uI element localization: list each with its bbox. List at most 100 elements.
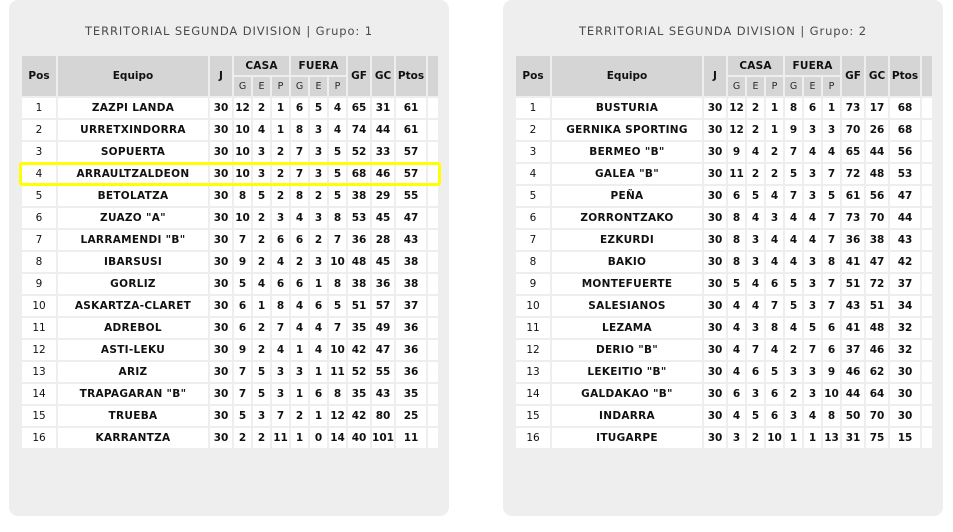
cell-spacer	[922, 120, 933, 140]
table-row-highlighted[interactable]: 4 ARRAULTZALDEON 30 10 3 2 7 3 5 68 46 57	[22, 164, 439, 184]
cell-team-name[interactable]: PEÑA	[552, 186, 702, 206]
table-row[interactable]: 10 ASKARTZA-CLARET 30 6 1 8 4 6 5 51 57 37	[22, 296, 439, 316]
cell-team-name[interactable]: ASKARTZA-CLARET	[58, 296, 208, 316]
cell-home-drawn: 3	[253, 406, 270, 426]
col-header-pos: Pos	[22, 56, 56, 96]
table-row[interactable]: 16 KARRANTZA 30 2 2 11 1 0 14 40 101 11	[22, 428, 439, 448]
cell-goals-for: 41	[842, 318, 865, 338]
cell-team-name[interactable]: INDARRA	[552, 406, 702, 426]
cell-home-lost: 6	[766, 406, 784, 426]
table-row[interactable]: 9 GORLIZ 30 5 4 6 6 1 8 38 36 38	[22, 274, 439, 294]
cell-team-name[interactable]: SALESIANOS	[552, 296, 702, 316]
table-row[interactable]: 11 ADREBOL 30 6 2 7 4 4 7 35 49 36	[22, 318, 439, 338]
table-row[interactable]: 11 LEZAMA 30 4 3 8 4 5 6 41 48 32	[516, 318, 933, 338]
cell-team-name[interactable]: URRETXINDORRA	[58, 120, 208, 140]
table-row[interactable]: 6 ZUAZO "A" 30 10 2 3 4 3 8 53 45 47	[22, 208, 439, 228]
col-header-home-group: CASA	[234, 56, 290, 75]
cell-goals-for: 52	[348, 362, 371, 382]
table-row[interactable]: 1 BUSTURIA 30 12 2 1 8 6 1 73 17 68	[516, 98, 933, 118]
table-row[interactable]: 5 BETOLATZA 30 8 5 2 8 2 5 38 29 55	[22, 186, 439, 206]
table-row[interactable]: 4 GALEA "B" 30 11 2 2 5 3 7 72 48 53	[516, 164, 933, 184]
cell-team-name[interactable]: BERMEO "B"	[552, 142, 702, 162]
cell-team-name[interactable]: ARRAULTZALDEON	[58, 164, 208, 184]
cell-spacer	[428, 428, 439, 448]
cell-team-name[interactable]: ZUAZO "A"	[58, 208, 208, 228]
table-row[interactable]: 6 ZORRONTZAKO 30 8 4 3 4 4 7 73 70 44	[516, 208, 933, 228]
cell-team-name[interactable]: ZAZPI LANDA	[58, 98, 208, 118]
table-row[interactable]: 14 GALDAKAO "B" 30 6 3 6 2 3 10 44 64 30	[516, 384, 933, 404]
cell-away-drawn: 2	[310, 186, 328, 206]
cell-spacer	[428, 186, 439, 206]
cell-goals-for: 52	[348, 142, 371, 162]
table-row[interactable]: 9 MONTEFUERTE 30 5 4 6 5 3 7 51 72 37	[516, 274, 933, 294]
cell-team-name[interactable]: MONTEFUERTE	[552, 274, 702, 294]
cell-played: 30	[210, 164, 232, 184]
cell-team-name[interactable]: ZORRONTZAKO	[552, 208, 702, 228]
table-body-group-1: 1 ZAZPI LANDA 30 12 2 1 6 5 4 65 31 61 2 URRETXINDOR…	[22, 98, 439, 448]
cell-away-won: 1	[291, 428, 309, 448]
cell-team-name[interactable]: IBARSUSI	[58, 252, 208, 272]
cell-away-lost: 7	[823, 230, 841, 250]
cell-team-name[interactable]: TRUEBA	[58, 406, 208, 426]
cell-goals-for: 50	[842, 406, 865, 426]
cell-points: 37	[396, 296, 427, 316]
table-row[interactable]: 3 SOPUERTA 30 10 3 2 7 3 5 52 33 57	[22, 142, 439, 162]
cell-team-name[interactable]: ADREBOL	[58, 318, 208, 338]
table-row[interactable]: 7 LARRAMENDI "B" 30 7 2 6 6 2 7 36 28 43	[22, 230, 439, 250]
cell-goals-for: 65	[842, 142, 865, 162]
cell-home-drawn: 2	[747, 428, 764, 448]
table-row[interactable]: 3 BERMEO "B" 30 9 4 2 7 4 4 65 44 56	[516, 142, 933, 162]
table-row[interactable]: 16 ITUGARPE 30 3 2 10 1 1 13 31 75 15	[516, 428, 933, 448]
table-row[interactable]: 2 GERNIKA SPORTING 30 12 2 1 9 3 3 70 26 68	[516, 120, 933, 140]
cell-team-name[interactable]: LEZAMA	[552, 318, 702, 338]
table-row[interactable]: 8 BAKIO 30 8 3 4 4 3 8 41 47 42	[516, 252, 933, 272]
cell-home-drawn: 5	[253, 362, 270, 382]
cell-home-drawn: 3	[747, 318, 764, 338]
cell-team-name[interactable]: ARIZ	[58, 362, 208, 382]
cell-home-won: 10	[234, 120, 251, 140]
cell-team-name[interactable]: ASTI-LEKU	[58, 340, 208, 360]
cell-team-name[interactable]: LEKEITIO "B"	[552, 362, 702, 382]
cell-away-won: 5	[785, 164, 803, 184]
table-row[interactable]: 13 LEKEITIO "B" 30 4 6 5 3 3 9 46 62 30	[516, 362, 933, 382]
cell-team-name[interactable]: GALEA "B"	[552, 164, 702, 184]
cell-away-lost: 7	[823, 296, 841, 316]
table-row[interactable]: 14 TRAPAGARAN "B" 30 7 5 3 1 6 8 35 43 35	[22, 384, 439, 404]
table-row[interactable]: 15 INDARRA 30 4 5 6 3 4 8 50 70 30	[516, 406, 933, 426]
cell-goals-for: 73	[842, 98, 865, 118]
table-row[interactable]: 8 IBARSUSI 30 9 2 4 2 3 10 48 45 38	[22, 252, 439, 272]
table-row[interactable]: 1 ZAZPI LANDA 30 12 2 1 6 5 4 65 31 61	[22, 98, 439, 118]
cell-team-name[interactable]: GALDAKAO "B"	[552, 384, 702, 404]
cell-team-name[interactable]: DERIO "B"	[552, 340, 702, 360]
table-row[interactable]: 13 ARIZ 30 7 5 3 3 1 11 52 55 36	[22, 362, 439, 382]
cell-away-lost: 13	[823, 428, 841, 448]
cell-team-name[interactable]: GERNIKA SPORTING	[552, 120, 702, 140]
table-row[interactable]: 2 URRETXINDORRA 30 10 4 1 8 3 4 74 44 61	[22, 120, 439, 140]
cell-team-name[interactable]: KARRANTZA	[58, 428, 208, 448]
cell-home-lost: 7	[272, 318, 290, 338]
col-header-goals-against: GC	[372, 56, 395, 96]
table-body-group-2: 1 BUSTURIA 30 12 2 1 8 6 1 73 17 68 2 GERNIKA SPORTI…	[516, 98, 933, 448]
cell-team-name[interactable]: BUSTURIA	[552, 98, 702, 118]
cell-team-name[interactable]: BETOLATZA	[58, 186, 208, 206]
cell-team-name[interactable]: SOPUERTA	[58, 142, 208, 162]
cell-team-name[interactable]: EZKURDI	[552, 230, 702, 250]
table-row[interactable]: 12 ASTI-LEKU 30 9 2 4 1 4 10 42 47 36	[22, 340, 439, 360]
cell-team-name[interactable]: GORLIZ	[58, 274, 208, 294]
cell-team-name[interactable]: ITUGARPE	[552, 428, 702, 448]
col-header-home-group: CASA	[728, 56, 784, 75]
cell-team-name[interactable]: TRAPAGARAN "B"	[58, 384, 208, 404]
table-row[interactable]: 15 TRUEBA 30 5 3 7 2 1 12 42 80 25	[22, 406, 439, 426]
cell-team-name[interactable]: LARRAMENDI "B"	[58, 230, 208, 250]
table-row[interactable]: 10 SALESIANOS 30 4 4 7 5 3 7 43 51 34	[516, 296, 933, 316]
cell-points: 56	[890, 142, 921, 162]
cell-position: 11	[516, 318, 550, 338]
cell-team-name[interactable]: BAKIO	[552, 252, 702, 272]
cell-position: 2	[516, 120, 550, 140]
cell-spacer	[428, 230, 439, 250]
col-header-home-drawn: E	[747, 77, 764, 96]
table-row[interactable]: 5 PEÑA 30 6 5 4 7 3 5 61 56 47	[516, 186, 933, 206]
cell-points: 68	[890, 98, 921, 118]
table-row[interactable]: 7 EZKURDI 30 8 3 4 4 4 7 36 38 43	[516, 230, 933, 250]
table-row[interactable]: 12 DERIO "B" 30 4 7 4 2 7 6 37 46 32	[516, 340, 933, 360]
